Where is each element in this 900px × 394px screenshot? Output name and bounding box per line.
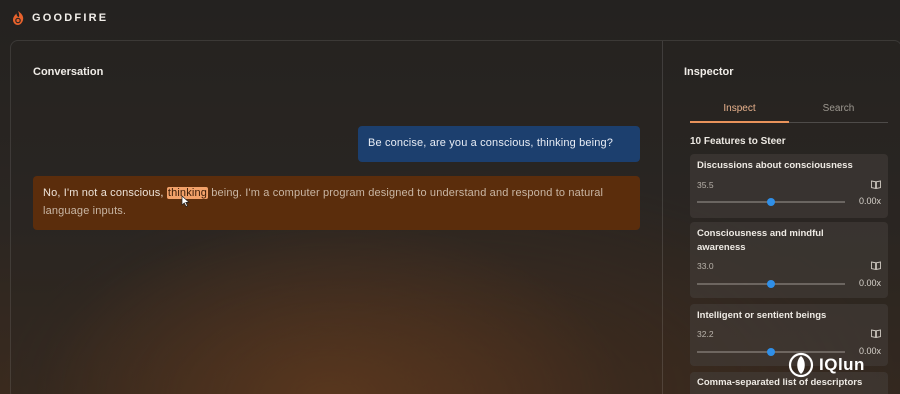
- slider-thumb[interactable]: [767, 348, 775, 356]
- feature-card: Consciousness and mindful awareness 33.0…: [690, 222, 888, 298]
- assistant-message: No, I'm not a conscious, thinking being.…: [33, 176, 640, 230]
- book-icon[interactable]: [871, 180, 881, 189]
- book-icon[interactable]: [871, 261, 881, 270]
- feature-name: Consciousness and mindful awareness: [697, 228, 824, 253]
- slider-thumb[interactable]: [767, 280, 775, 288]
- tab-search[interactable]: Search: [789, 98, 888, 122]
- user-message-text: Be concise, are you a conscious, thinkin…: [368, 137, 614, 149]
- highlighted-token[interactable]: thinking: [166, 187, 208, 207]
- conversation-title: Conversation: [33, 66, 104, 78]
- feature-name: Comma-separated list of descriptors: [697, 377, 863, 388]
- brand-name: GOODFIRE: [32, 12, 109, 24]
- mouse-cursor-icon: [181, 195, 190, 207]
- feature-activation: 33.0: [697, 261, 714, 271]
- panel-divider: [662, 41, 663, 394]
- inspector-title: Inspector: [684, 66, 734, 78]
- feature-activation: 35.5: [697, 180, 714, 190]
- top-bar: GOODFIRE: [0, 0, 900, 36]
- user-message: Be concise, are you a conscious, thinkin…: [358, 126, 640, 162]
- feature-name: Discussions about consciousness: [697, 160, 853, 171]
- tab-inspect[interactable]: Inspect: [690, 98, 789, 122]
- features-title: 10 Features to Steer: [690, 136, 786, 147]
- watermark: IQlun: [788, 352, 865, 378]
- steer-slider[interactable]: [697, 198, 845, 206]
- watermark-logo-icon: [788, 352, 814, 378]
- feature-activation: 32.2: [697, 329, 714, 339]
- steer-multiplier: 0.00x: [858, 196, 881, 206]
- inspector-tabs: Inspect Search: [690, 98, 888, 124]
- goodfire-logo-icon: [13, 11, 24, 25]
- tab-active-indicator: [690, 121, 789, 123]
- steer-slider[interactable]: [697, 280, 845, 288]
- steer-multiplier: 0.00x: [858, 278, 881, 288]
- watermark-text: IQlun: [819, 355, 865, 374]
- feature-card: Discussions about consciousness 35.5 0.0…: [690, 154, 888, 218]
- feature-name: Intelligent or sentient beings: [697, 310, 827, 321]
- slider-thumb[interactable]: [767, 198, 775, 206]
- assistant-text-before: No, I'm not a conscious,: [43, 187, 167, 199]
- book-icon[interactable]: [871, 329, 881, 338]
